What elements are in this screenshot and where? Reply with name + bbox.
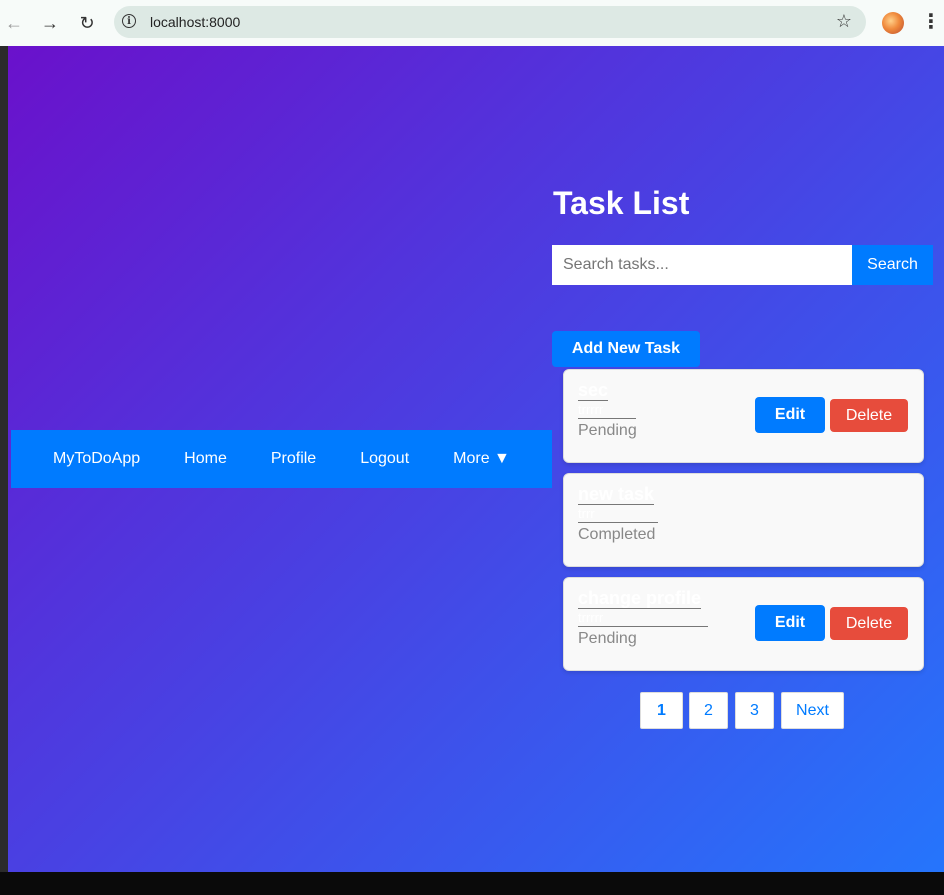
star-icon[interactable]: ☆ bbox=[836, 11, 852, 32]
task-name[interactable]: new task bbox=[578, 484, 655, 505]
task-description: trrrrr bbox=[578, 609, 708, 627]
pagination-next[interactable]: Next bbox=[781, 692, 844, 729]
window-left-edge bbox=[0, 46, 8, 872]
task-name[interactable]: change profile bbox=[578, 588, 702, 609]
nav-link-profile[interactable]: Profile bbox=[271, 450, 316, 468]
edit-button[interactable]: Edit bbox=[755, 605, 825, 641]
profile-avatar-icon[interactable] bbox=[882, 12, 904, 34]
pagination-page-2[interactable]: 2 bbox=[689, 692, 728, 729]
window-bottom-edge bbox=[0, 872, 944, 895]
task-card: new task trrr Completed bbox=[563, 473, 924, 567]
edit-button[interactable]: Edit bbox=[755, 397, 825, 433]
delete-button[interactable]: Delete bbox=[830, 399, 908, 432]
address-bar[interactable]: i localhost:8000 ☆ bbox=[114, 6, 866, 38]
task-card: sec trrrrr Pending Edit Delete bbox=[563, 369, 924, 463]
search-button[interactable]: Search bbox=[852, 245, 933, 285]
nav-link-logout[interactable]: Logout bbox=[360, 450, 409, 468]
task-status: Pending bbox=[578, 422, 637, 439]
reload-icon[interactable]: ↻ bbox=[75, 11, 99, 35]
kebab-menu-icon[interactable]: ⋮ bbox=[921, 11, 941, 35]
url-text[interactable]: localhost:8000 bbox=[150, 14, 240, 30]
nav-link-home[interactable]: Home bbox=[184, 450, 227, 468]
task-card: change profile trrrrr Pending Edit Delet… bbox=[563, 577, 924, 671]
task-status: Pending bbox=[578, 630, 637, 647]
brand-logo[interactable]: MyToDoApp bbox=[53, 450, 140, 468]
task-name[interactable]: sec bbox=[578, 380, 609, 401]
delete-button[interactable]: Delete bbox=[830, 607, 908, 640]
search-input[interactable] bbox=[552, 245, 852, 285]
task-status: Completed bbox=[578, 526, 656, 543]
navbar: MyToDoApp Home Profile Logout More ▼ bbox=[11, 430, 552, 488]
task-description: trrrrr bbox=[578, 401, 636, 419]
add-task-button[interactable]: Add New Task bbox=[552, 331, 700, 367]
arrow-left-icon[interactable]: ← bbox=[2, 11, 26, 35]
info-icon[interactable]: i bbox=[122, 14, 136, 28]
page-title: Task List bbox=[553, 185, 690, 221]
nav-more-dropdown[interactable]: More ▼ bbox=[453, 450, 510, 468]
pagination-page-3[interactable]: 3 bbox=[735, 692, 774, 729]
pagination-page-1[interactable]: 1 bbox=[640, 692, 683, 729]
arrow-right-icon[interactable]: → bbox=[38, 11, 62, 35]
task-description: trrr bbox=[578, 505, 658, 523]
browser-toolbar: ← → ↻ i localhost:8000 ☆ ⋮ bbox=[0, 0, 944, 47]
page-background: MyToDoApp Home Profile Logout More ▼ Tas… bbox=[8, 46, 944, 872]
